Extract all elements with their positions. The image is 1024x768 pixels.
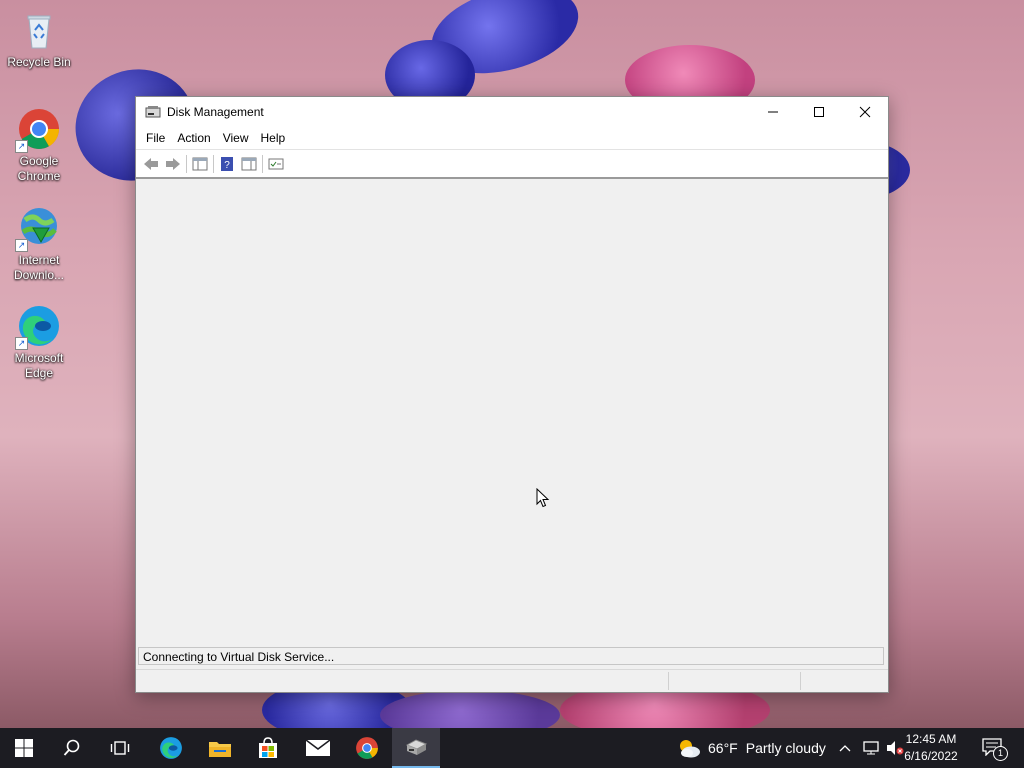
chrome-icon: ↗ [15, 107, 61, 153]
network-icon [863, 741, 879, 755]
clock-date: 6/16/2022 [904, 749, 958, 763]
system-clock[interactable]: 12:45 AM 6/16/2022 [896, 731, 966, 765]
desktop-icon-internet-download-manager[interactable]: ↗ Internet Downlo... [4, 206, 74, 283]
forward-button[interactable] [162, 154, 184, 174]
desktop-icon-label: Internet [18, 253, 60, 267]
menu-file[interactable]: File [140, 131, 171, 145]
start-button[interactable] [0, 728, 48, 768]
chrome-icon [356, 737, 378, 759]
desktop-icon-label: Microsoft [14, 351, 64, 365]
properties-button[interactable] [265, 154, 287, 174]
disk-management-window: Disk Management File Action View Help ? … [135, 96, 889, 693]
help-icon: ? [221, 156, 233, 171]
properties-icon [268, 158, 284, 169]
task-view-button[interactable] [96, 728, 144, 768]
desktop-icon-label: Chrome [17, 169, 61, 183]
desktop-icon-recycle-bin[interactable]: Recycle Bin [4, 8, 74, 70]
taskbar-edge-button[interactable] [147, 728, 195, 768]
close-icon [859, 106, 871, 118]
desktop-icon-label: Edge [24, 366, 54, 380]
search-button[interactable] [48, 728, 96, 768]
disk-management-icon [145, 105, 161, 119]
menu-bar: File Action View Help [136, 127, 888, 149]
taskbar-file-explorer-button[interactable] [196, 728, 244, 768]
status-message: Connecting to Virtual Disk Service... [138, 647, 884, 665]
taskbar-disk-management-button[interactable] [392, 728, 440, 768]
show-hide-console-tree-icon [192, 157, 208, 170]
show-hidden-icons-button[interactable] [838, 728, 852, 768]
show-hide-action-pane-icon [241, 157, 257, 170]
taskbar-mail-button[interactable] [294, 728, 342, 768]
task-view-icon [110, 741, 130, 755]
search-icon [63, 739, 80, 756]
file-explorer-icon [209, 742, 231, 757]
network-button[interactable] [862, 728, 880, 768]
edge-icon: ↗ [15, 304, 61, 350]
show-hide-console-tree-button[interactable] [189, 154, 211, 174]
mail-icon [305, 739, 331, 756]
taskbar-microsoft-store-button[interactable] [244, 728, 292, 768]
help-button[interactable]: ? [216, 154, 238, 174]
window-title: Disk Management [167, 105, 264, 119]
chevron-up-icon [839, 745, 851, 752]
weather-temperature: 66°F [708, 740, 738, 756]
menu-help[interactable]: Help [255, 131, 292, 145]
partly-cloudy-icon [680, 740, 700, 758]
show-hide-action-pane-button[interactable] [238, 154, 260, 174]
desktop-icon-label: Google [19, 154, 59, 168]
toolbar: ? [136, 149, 888, 179]
maximize-icon [814, 107, 824, 117]
weather-condition: Partly cloudy [745, 740, 826, 756]
back-button[interactable] [140, 154, 162, 174]
menu-view[interactable]: View [217, 131, 255, 145]
status-bar [136, 669, 888, 692]
weather-widget[interactable]: 66°F Partly cloudy [676, 728, 826, 768]
close-button[interactable] [842, 97, 888, 127]
action-center-button[interactable]: 1 [982, 728, 1008, 768]
mouse-cursor [536, 488, 550, 508]
desktop-icon-google-chrome[interactable]: ↗ Google Chrome [4, 107, 74, 184]
microsoft-store-icon [259, 737, 277, 758]
svg-text:?: ? [224, 160, 230, 171]
maximize-button[interactable] [796, 97, 842, 127]
clock-time: 12:45 AM [905, 732, 957, 746]
forward-icon [166, 157, 180, 170]
main-content-area [136, 180, 888, 647]
desktop-icon-microsoft-edge[interactable]: ↗ Microsoft Edge [4, 304, 74, 381]
disk-management-icon [405, 739, 428, 755]
minimize-button[interactable] [750, 97, 796, 127]
internet-download-manager-icon: ↗ [15, 206, 61, 252]
minimize-icon [768, 111, 778, 113]
taskbar-chrome-button[interactable] [343, 728, 391, 768]
back-icon [144, 157, 158, 170]
taskbar: 66°F Partly cloudy 12:45 AM 6/16/2022 1 [0, 728, 1024, 768]
recycle-bin-icon [17, 8, 61, 52]
menu-action[interactable]: Action [171, 131, 216, 145]
desktop-icon-label: Recycle Bin [7, 55, 71, 69]
desktop-icon-label: Downlo... [13, 268, 65, 282]
notification-count-badge: 1 [993, 746, 1008, 761]
edge-icon [160, 737, 182, 759]
start-icon [15, 739, 33, 757]
window-titlebar[interactable]: Disk Management [136, 97, 888, 127]
